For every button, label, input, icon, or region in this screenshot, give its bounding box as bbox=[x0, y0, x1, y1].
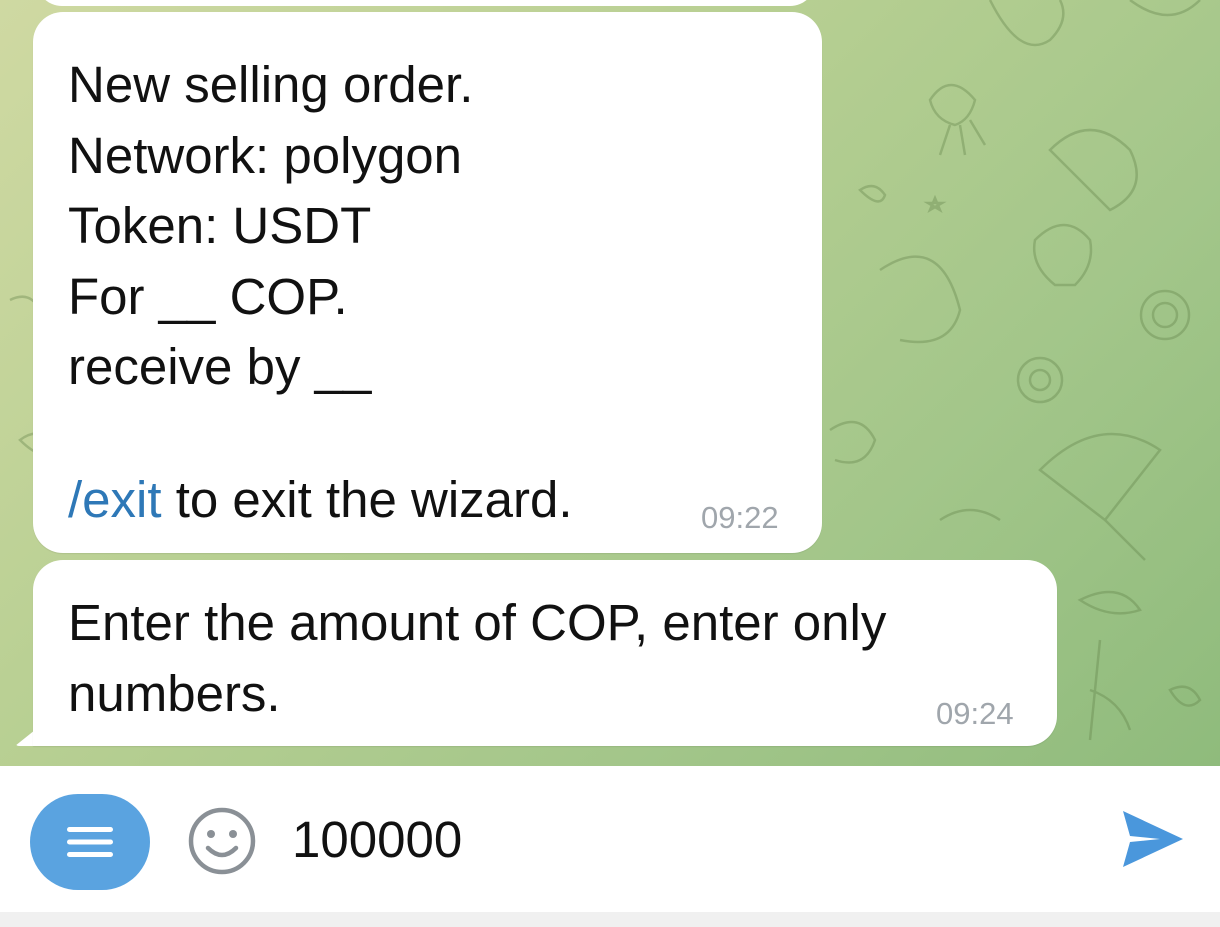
message-bubble[interactable]: New selling order. Network: polygon Toke… bbox=[33, 12, 822, 553]
send-icon[interactable] bbox=[1120, 808, 1186, 870]
bottom-strip bbox=[0, 912, 1220, 927]
message-composer: 100000 bbox=[0, 766, 1220, 912]
chat-background: New selling order. Network: polygon Toke… bbox=[0, 0, 1220, 766]
message-timestamp: 09:24 bbox=[936, 696, 1014, 731]
message-text: New selling order. Network: polygon Toke… bbox=[68, 56, 474, 395]
menu-button[interactable] bbox=[30, 794, 150, 890]
exit-command-link[interactable]: /exit bbox=[68, 471, 162, 528]
message-text: Enter the amount of COP, enter only numb… bbox=[68, 594, 887, 722]
command-description: to exit the wizard. bbox=[161, 471, 573, 528]
message-command-line: /exit to exit the wizard. bbox=[68, 470, 573, 530]
previous-message-bubble bbox=[36, 0, 816, 6]
message-bubble[interactable]: Enter the amount of COP, enter only numb… bbox=[33, 560, 1057, 746]
menu-icon bbox=[67, 827, 113, 857]
message-timestamp: 09:22 bbox=[701, 500, 779, 535]
smile-icon[interactable] bbox=[187, 806, 257, 876]
message-input[interactable]: 100000 bbox=[292, 810, 462, 870]
